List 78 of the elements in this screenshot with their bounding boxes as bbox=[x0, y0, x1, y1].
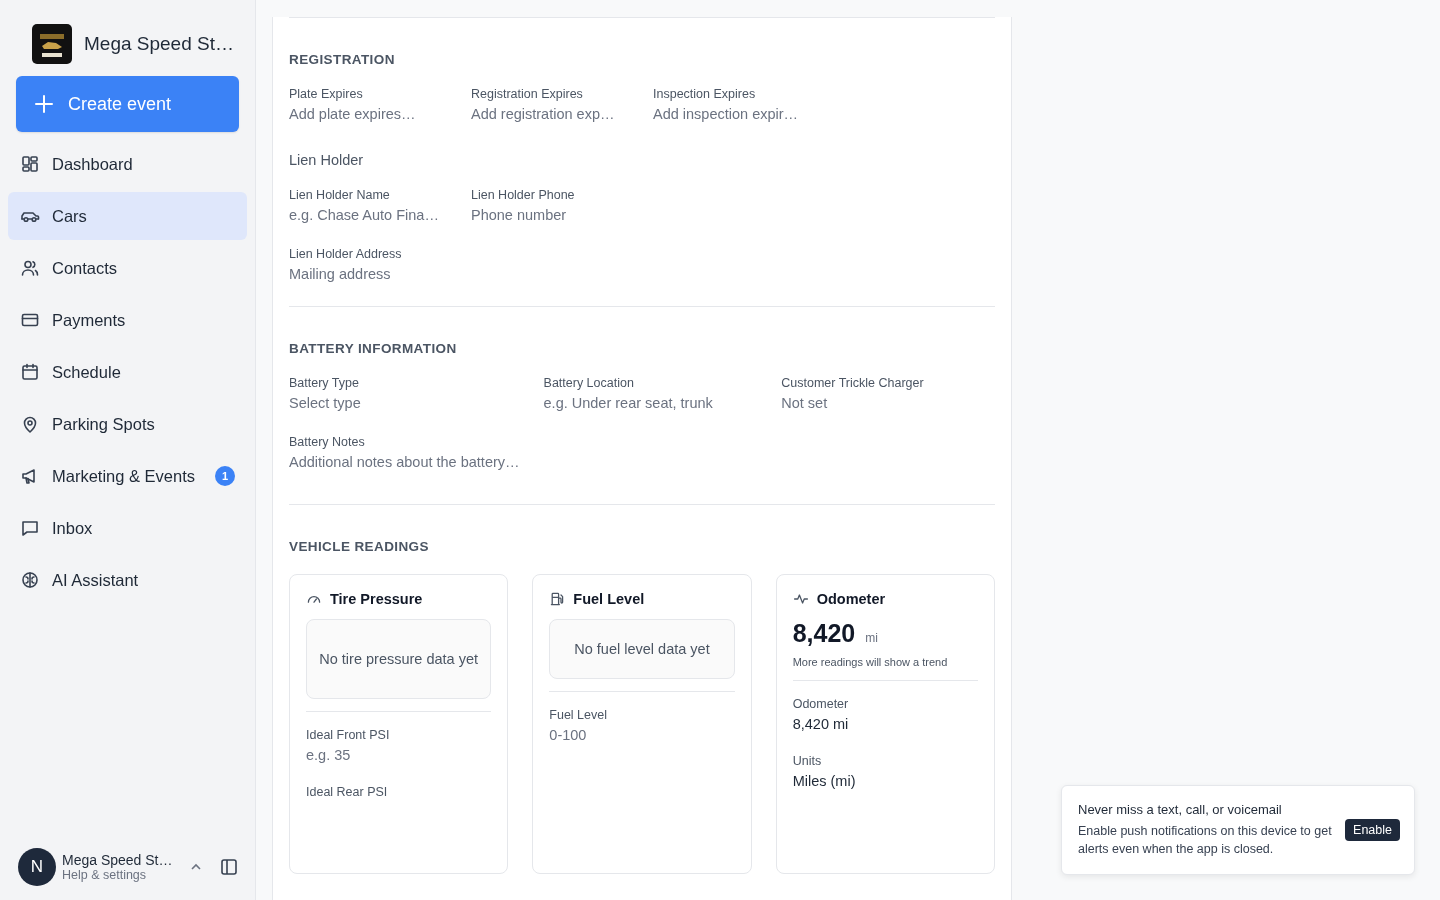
input-field[interactable]: Add plate expires… bbox=[289, 106, 447, 122]
input-field[interactable]: Add inspection expir… bbox=[653, 106, 811, 122]
toast-message: Enable push notifications on this device to get alerts even when the app is closed. bbox=[1078, 823, 1333, 858]
nav-label: Cars bbox=[52, 206, 88, 226]
input-field[interactable]: Select type bbox=[289, 395, 520, 411]
create-event-button[interactable]: Create event bbox=[16, 76, 239, 132]
nav-label: Schedule bbox=[52, 362, 122, 382]
input-field[interactable]: e.g. 35 bbox=[306, 747, 492, 763]
nav-item[interactable]: Marketing & Events 1 bbox=[8, 452, 247, 500]
nav-label: AI Assistant bbox=[52, 570, 140, 590]
account-name: Mega Speed St… bbox=[62, 852, 174, 868]
section-heading: REGISTRATION bbox=[289, 52, 396, 67]
field-label: Battery Notes bbox=[289, 435, 366, 449]
pulse-icon bbox=[792, 591, 809, 607]
nav-label: Marketing & Events bbox=[52, 466, 197, 486]
input-field[interactable]: Additional notes about the battery… bbox=[289, 454, 520, 470]
avatar[interactable]: N bbox=[18, 848, 56, 886]
nav-label: Dashboard bbox=[52, 154, 134, 174]
input-field[interactable]: Miles (mi) bbox=[792, 773, 978, 789]
field-label: Plate Expires bbox=[289, 87, 364, 101]
toast-title: Never miss a text, call, or voicemail bbox=[1078, 802, 1283, 817]
enable-button[interactable]: Enable bbox=[1345, 819, 1400, 841]
nav-label: Contacts bbox=[52, 258, 119, 278]
brand-name: Mega Speed St… bbox=[84, 33, 234, 55]
input-field[interactable]: Not set bbox=[781, 395, 995, 411]
calendar-icon bbox=[20, 362, 40, 382]
nav-item[interactable]: Dashboard bbox=[8, 140, 247, 188]
people-icon bbox=[20, 258, 40, 278]
nav-item[interactable]: Schedule bbox=[8, 348, 247, 396]
chat-bubble-icon bbox=[20, 518, 40, 538]
nav-item[interactable]: Parking Spots bbox=[8, 400, 247, 448]
nav-item[interactable]: Cars bbox=[8, 192, 247, 240]
plus-icon bbox=[34, 94, 54, 114]
reading-unit: mi bbox=[865, 631, 878, 645]
account-subtitle: Help & settings bbox=[62, 868, 148, 882]
input-field[interactable]: Phone number bbox=[471, 207, 629, 223]
logo-icon bbox=[32, 24, 72, 64]
empty-state: No tire pressure data yet bbox=[306, 619, 492, 699]
dashboard-icon bbox=[20, 154, 40, 174]
field-label: Battery Type bbox=[289, 376, 360, 390]
field-label: Ideal Front PSI bbox=[306, 728, 391, 742]
input-field[interactable]: Add registration exp… bbox=[471, 106, 629, 122]
nav-label: Payments bbox=[52, 310, 127, 330]
input-field[interactable]: Mailing address bbox=[289, 266, 447, 282]
input-field[interactable]: e.g. Chase Auto Fina… bbox=[289, 207, 447, 223]
field-label: Inspection Expires bbox=[653, 87, 757, 101]
trend-note: More readings will show a trend bbox=[792, 656, 949, 668]
section-heading: BATTERY INFORMATION bbox=[289, 341, 458, 356]
nav-item[interactable]: Inbox bbox=[8, 504, 247, 552]
field-label: Fuel Level bbox=[549, 708, 608, 722]
field-label: Customer Trickle Charger bbox=[781, 376, 925, 390]
sidebar-toggle-icon[interactable] bbox=[220, 858, 238, 876]
card-title: Odometer bbox=[816, 591, 886, 607]
field-label: Lien Holder Name bbox=[289, 188, 391, 202]
input-field[interactable]: e.g. Under rear seat, trunk bbox=[543, 395, 758, 411]
section-heading: VEHICLE READINGS bbox=[289, 539, 430, 554]
nav-item[interactable]: Contacts bbox=[8, 244, 247, 292]
card-title: Tire Pressure bbox=[330, 591, 423, 607]
input-field[interactable]: 0-100 bbox=[549, 727, 735, 743]
field-label: Lien Holder Phone bbox=[471, 188, 576, 202]
reading-value: 8,420 bbox=[792, 619, 856, 648]
empty-state: No fuel level data yet bbox=[549, 619, 735, 679]
nav-item[interactable]: AI Assistant bbox=[8, 556, 247, 604]
fuel-pump-icon bbox=[549, 591, 566, 607]
card-title: Fuel Level bbox=[573, 591, 645, 607]
field-label: Registration Expires bbox=[471, 87, 584, 101]
caret-icon[interactable] bbox=[190, 863, 202, 871]
field-label: Units bbox=[792, 754, 823, 768]
nav-item[interactable]: Payments bbox=[8, 296, 247, 344]
field-label: Ideal Rear PSI bbox=[306, 785, 389, 799]
nav-label: Parking Spots bbox=[52, 414, 156, 434]
field-label: Lien Holder Address bbox=[289, 247, 403, 261]
field-label: Battery Location bbox=[543, 376, 635, 390]
input-field[interactable]: 8,420 mi bbox=[792, 716, 978, 732]
field-label: Odometer bbox=[792, 697, 850, 711]
nav-label: Inbox bbox=[52, 518, 94, 538]
subsection-heading: Lien Holder bbox=[289, 152, 365, 168]
count-badge: 1 bbox=[215, 466, 235, 486]
